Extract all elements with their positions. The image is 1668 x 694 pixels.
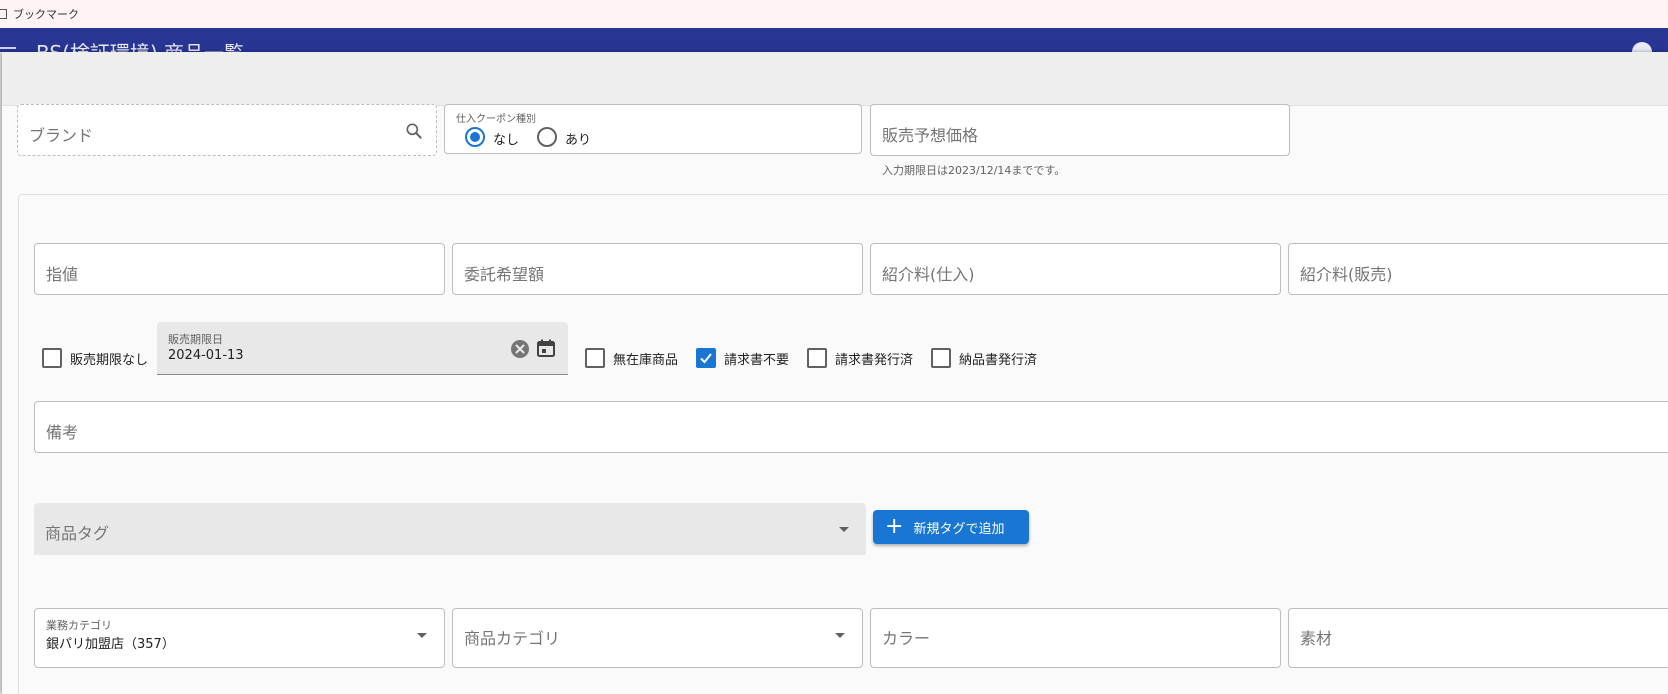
no-sale-limit-label[interactable]: 販売期限なし bbox=[70, 349, 148, 368]
no-stock-label[interactable]: 無在庫商品 bbox=[613, 349, 678, 368]
chevron-down-icon bbox=[839, 527, 849, 532]
invoice-not-required-label[interactable]: 請求書不要 bbox=[724, 349, 789, 368]
remarks-field[interactable]: 備考 bbox=[34, 401, 1668, 453]
product-tag-select[interactable]: 商品タグ bbox=[34, 503, 866, 555]
material-placeholder: 素材 bbox=[1300, 629, 1333, 648]
referral-fee-sale-field[interactable]: 紹介料(販売) bbox=[1288, 243, 1668, 295]
coupon-none-radio[interactable] bbox=[465, 127, 485, 147]
brand-placeholder: ブランド bbox=[29, 126, 94, 145]
chevron-down-icon bbox=[835, 633, 845, 638]
app-header: BS(検証環境) 商品一覧 bbox=[0, 28, 1668, 52]
color-placeholder: カラー bbox=[882, 629, 931, 648]
referral-fee-sale-placeholder: 紹介料(販売) bbox=[1300, 265, 1393, 284]
no-stock-checkbox[interactable] bbox=[585, 348, 605, 368]
bookmark-folder-icon[interactable] bbox=[0, 9, 7, 19]
coupon-yes-radio[interactable] bbox=[537, 127, 557, 147]
expected-price-field[interactable]: 販売予想価格 bbox=[870, 104, 1290, 156]
sale-deadline-value: 2024-01-13 bbox=[168, 348, 244, 363]
delivery-note-issued-checkbox[interactable] bbox=[931, 348, 951, 368]
consignment-amount-placeholder: 委託希望額 bbox=[464, 265, 545, 284]
product-category-select[interactable]: 商品カテゴリ bbox=[452, 608, 863, 668]
clear-icon[interactable] bbox=[511, 340, 529, 358]
sale-deadline-field[interactable]: 販売期限日 2024-01-13 bbox=[157, 322, 568, 375]
chevron-down-icon bbox=[417, 633, 427, 638]
limit-price-placeholder: 指値 bbox=[46, 265, 79, 284]
product-tag-placeholder: 商品タグ bbox=[45, 524, 110, 543]
add-new-tag-button[interactable]: + 新規タグで追加 bbox=[873, 510, 1029, 544]
delivery-note-issued-label[interactable]: 納品書発行済 bbox=[959, 349, 1037, 368]
expected-price-helper: 入力期限日は2023/12/14までです。 bbox=[882, 164, 1066, 177]
invoice-issued-checkbox[interactable] bbox=[807, 348, 827, 368]
coupon-none-label[interactable]: なし bbox=[493, 129, 519, 148]
invoice-not-required-checkbox[interactable] bbox=[696, 348, 716, 368]
business-category-select[interactable]: 業務カテゴリ 銀パリ加盟店（357） bbox=[34, 608, 445, 668]
sale-deadline-label: 販売期限日 bbox=[168, 333, 223, 346]
expected-price-placeholder: 販売予想価格 bbox=[882, 126, 979, 145]
coupon-type-label: 仕入クーポン種別 bbox=[456, 114, 536, 125]
no-sale-limit-checkbox[interactable] bbox=[42, 348, 62, 368]
color-field[interactable]: カラー bbox=[870, 608, 1281, 668]
menu-icon[interactable] bbox=[0, 47, 16, 49]
business-category-label: 業務カテゴリ bbox=[46, 619, 112, 632]
coupon-type-group: 仕入クーポン種別 なし あり bbox=[444, 104, 862, 154]
business-category-value: 銀パリ加盟店（357） bbox=[46, 637, 175, 652]
referral-fee-purchase-field[interactable]: 紹介料(仕入) bbox=[870, 243, 1281, 295]
consignment-amount-field[interactable]: 委託希望額 bbox=[452, 243, 863, 295]
account-icon[interactable] bbox=[1632, 42, 1652, 52]
dialog-toolbar bbox=[2, 52, 1668, 106]
app-title: BS(検証環境) 商品一覧 bbox=[36, 37, 244, 52]
remarks-placeholder: 備考 bbox=[46, 423, 79, 442]
referral-fee-purchase-placeholder: 紹介料(仕入) bbox=[882, 265, 975, 284]
bookmark-label[interactable]: ブックマーク bbox=[13, 6, 79, 22]
product-category-placeholder: 商品カテゴリ bbox=[464, 629, 561, 648]
invoice-issued-label[interactable]: 請求書発行済 bbox=[835, 349, 913, 368]
search-icon[interactable] bbox=[404, 121, 424, 145]
limit-price-field[interactable]: 指値 bbox=[34, 243, 445, 295]
plus-icon: + bbox=[885, 514, 904, 539]
material-field[interactable]: 素材 bbox=[1288, 608, 1668, 668]
edit-dialog: ブランド 仕入クーポン種別 なし あり 販売予想価格 入力期限日は2023/12… bbox=[2, 52, 1668, 694]
calendar-icon[interactable] bbox=[536, 338, 556, 362]
add-new-tag-label: 新規タグで追加 bbox=[913, 521, 1005, 537]
bookmark-bar: ブックマーク bbox=[0, 0, 1668, 28]
coupon-yes-label[interactable]: あり bbox=[565, 129, 591, 148]
brand-field[interactable]: ブランド bbox=[17, 104, 437, 156]
check-icon bbox=[700, 353, 712, 364]
